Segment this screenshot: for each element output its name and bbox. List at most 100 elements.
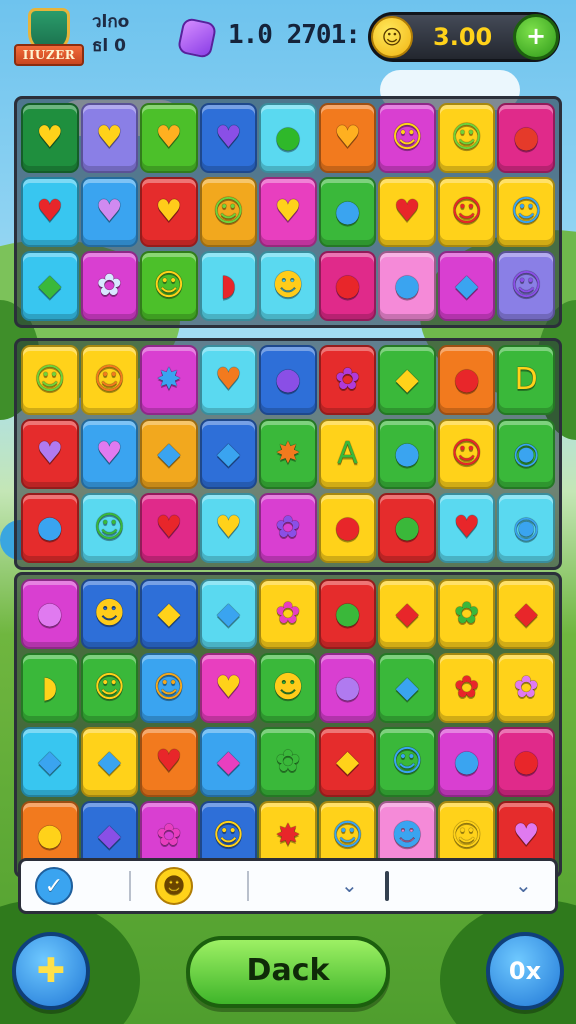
back-button[interactable]: Dack xyxy=(186,936,390,1008)
game-tile[interactable]: ☻ xyxy=(80,579,139,649)
game-tile[interactable]: ♥ xyxy=(199,103,258,173)
close-button[interactable]: 0x xyxy=(486,932,564,1010)
plus-arrow-icon[interactable]: ✚ xyxy=(12,932,90,1010)
game-tile[interactable]: A xyxy=(318,419,377,489)
game-tile[interactable]: ● xyxy=(318,653,377,723)
game-tile[interactable]: ◆ xyxy=(437,251,496,321)
game-tile[interactable]: ☺ xyxy=(140,251,198,321)
game-tile[interactable]: ◆ xyxy=(378,345,436,415)
tile-symbol-icon: ♥ xyxy=(155,510,183,545)
game-tile[interactable]: ☺ xyxy=(21,345,79,415)
game-tile[interactable]: ◆ xyxy=(21,251,79,321)
game-tile[interactable]: ☺ xyxy=(199,177,258,247)
tile-symbol-icon: ♥ xyxy=(274,194,302,229)
tile-symbol-icon: ● xyxy=(334,194,361,229)
tile-symbol-icon: ♥ xyxy=(155,194,183,229)
game-tile[interactable]: D xyxy=(497,345,555,415)
tray-slot-1[interactable]: ✓ xyxy=(35,867,73,905)
game-tile[interactable]: ♥ xyxy=(80,419,139,489)
game-tile[interactable]: ✿ xyxy=(437,653,496,723)
game-tile[interactable]: ◆ xyxy=(199,727,258,797)
game-tile[interactable]: ● xyxy=(378,493,436,563)
game-tile[interactable]: ◉ xyxy=(497,493,555,563)
game-tile[interactable]: ● xyxy=(318,177,377,247)
game-tile[interactable]: ◆ xyxy=(80,727,139,797)
game-tile[interactable]: ☻ xyxy=(259,653,317,723)
game-tile[interactable]: ● xyxy=(21,493,79,563)
game-tile[interactable]: ☺ xyxy=(378,727,436,797)
game-tile[interactable]: ✸ xyxy=(259,419,317,489)
game-tile[interactable]: ♥ xyxy=(80,177,139,247)
game-tile[interactable]: ♥ xyxy=(378,177,436,247)
game-tile[interactable]: ♥ xyxy=(199,653,258,723)
game-tile[interactable]: ♥ xyxy=(199,493,258,563)
game-tile[interactable]: ◆ xyxy=(378,653,436,723)
game-tile[interactable]: ☺ xyxy=(80,345,139,415)
add-coins-button[interactable]: + xyxy=(513,14,559,60)
game-tile[interactable]: ✸ xyxy=(140,345,198,415)
game-tile[interactable]: ● xyxy=(437,345,496,415)
game-tile[interactable]: ● xyxy=(318,579,377,649)
tray-slot-2[interactable]: ☻ xyxy=(155,867,193,905)
game-tile[interactable]: ☺ xyxy=(378,103,436,173)
game-tile[interactable]: ☺ xyxy=(140,653,198,723)
game-tile[interactable]: ◆ xyxy=(378,579,436,649)
game-tile[interactable]: ✿ xyxy=(318,345,377,415)
game-tile[interactable]: ☺ xyxy=(437,177,496,247)
game-tile[interactable]: ◗ xyxy=(21,653,79,723)
game-tile[interactable]: ✿ xyxy=(497,653,555,723)
game-tile[interactable]: ◉ xyxy=(497,419,555,489)
game-tile[interactable]: ♥ xyxy=(140,493,198,563)
game-tile[interactable]: ♥ xyxy=(21,103,79,173)
game-tile[interactable]: ♥ xyxy=(21,419,79,489)
game-tile[interactable]: ● xyxy=(318,493,377,563)
game-tile[interactable]: ☺ xyxy=(497,177,555,247)
game-tile[interactable]: ◗ xyxy=(199,251,258,321)
tile-board-1: ♥ ♥ ♥ ♥ ● ♥ ☺ ☺ ● ♥ ♥ ♥ ☺ ♥ ● ♥ ☺ ☺ ◆ ✿ ☺ ◗ ☻ ● ● ◆ ☺ xyxy=(14,96,562,328)
game-tile[interactable]: ◆ xyxy=(497,579,555,649)
game-tile[interactable]: ● xyxy=(259,345,317,415)
game-tile[interactable]: ◆ xyxy=(199,579,258,649)
tile-symbol-icon: ♥ xyxy=(36,194,64,229)
game-tile[interactable]: ♥ xyxy=(318,103,377,173)
game-tile[interactable]: ♥ xyxy=(259,177,317,247)
game-tile[interactable]: ♥ xyxy=(437,493,496,563)
game-tile[interactable]: ✿ xyxy=(259,579,317,649)
game-tile[interactable]: ✿ xyxy=(80,251,139,321)
game-tile[interactable]: ♥ xyxy=(80,103,139,173)
game-tile[interactable]: ☻ xyxy=(259,251,317,321)
game-tile[interactable]: ● xyxy=(378,251,436,321)
game-tile[interactable]: ✿ xyxy=(259,727,317,797)
game-tile[interactable]: ☺ xyxy=(437,103,496,173)
game-tile[interactable]: ✿ xyxy=(259,493,317,563)
game-tile[interactable]: ● xyxy=(21,579,79,649)
game-tile[interactable]: ☺ xyxy=(80,653,139,723)
chevron-down-icon[interactable]: ⌄ xyxy=(341,873,358,897)
game-tile[interactable]: ● xyxy=(378,419,436,489)
tile-symbol-icon: ♥ xyxy=(36,120,64,155)
game-tile[interactable]: ♥ xyxy=(21,177,79,247)
game-tile[interactable]: ☺ xyxy=(497,251,555,321)
tile-symbol-icon: ◉ xyxy=(513,510,540,545)
chevron-down-icon[interactable]: ⌄ xyxy=(515,873,532,897)
game-tile[interactable]: ● xyxy=(259,103,317,173)
game-tile[interactable]: ◆ xyxy=(140,579,198,649)
tile-symbol-icon: ◉ xyxy=(513,436,540,471)
game-tile[interactable]: ☺ xyxy=(437,419,496,489)
game-tile[interactable]: ✿ xyxy=(437,579,496,649)
game-tile[interactable]: ◆ xyxy=(140,419,198,489)
tile-symbol-icon: ♥ xyxy=(155,120,183,155)
game-tile[interactable]: ● xyxy=(497,103,555,173)
game-tile[interactable]: ● xyxy=(318,251,377,321)
game-tile[interactable]: ● xyxy=(437,727,496,797)
game-tile[interactable]: ♥ xyxy=(140,177,198,247)
game-tile[interactable]: ◆ xyxy=(21,727,79,797)
game-tile[interactable]: ♥ xyxy=(199,345,258,415)
game-tile[interactable]: ◆ xyxy=(199,419,258,489)
game-tile[interactable]: ♥ xyxy=(140,727,198,797)
game-tile[interactable]: ♥ xyxy=(140,103,198,173)
game-tile[interactable]: ● xyxy=(497,727,555,797)
collection-tray: ✓ ☻ ⌄ ⌄ xyxy=(18,858,558,914)
game-tile[interactable]: ◆ xyxy=(318,727,377,797)
game-tile[interactable]: ☺ xyxy=(80,493,139,563)
